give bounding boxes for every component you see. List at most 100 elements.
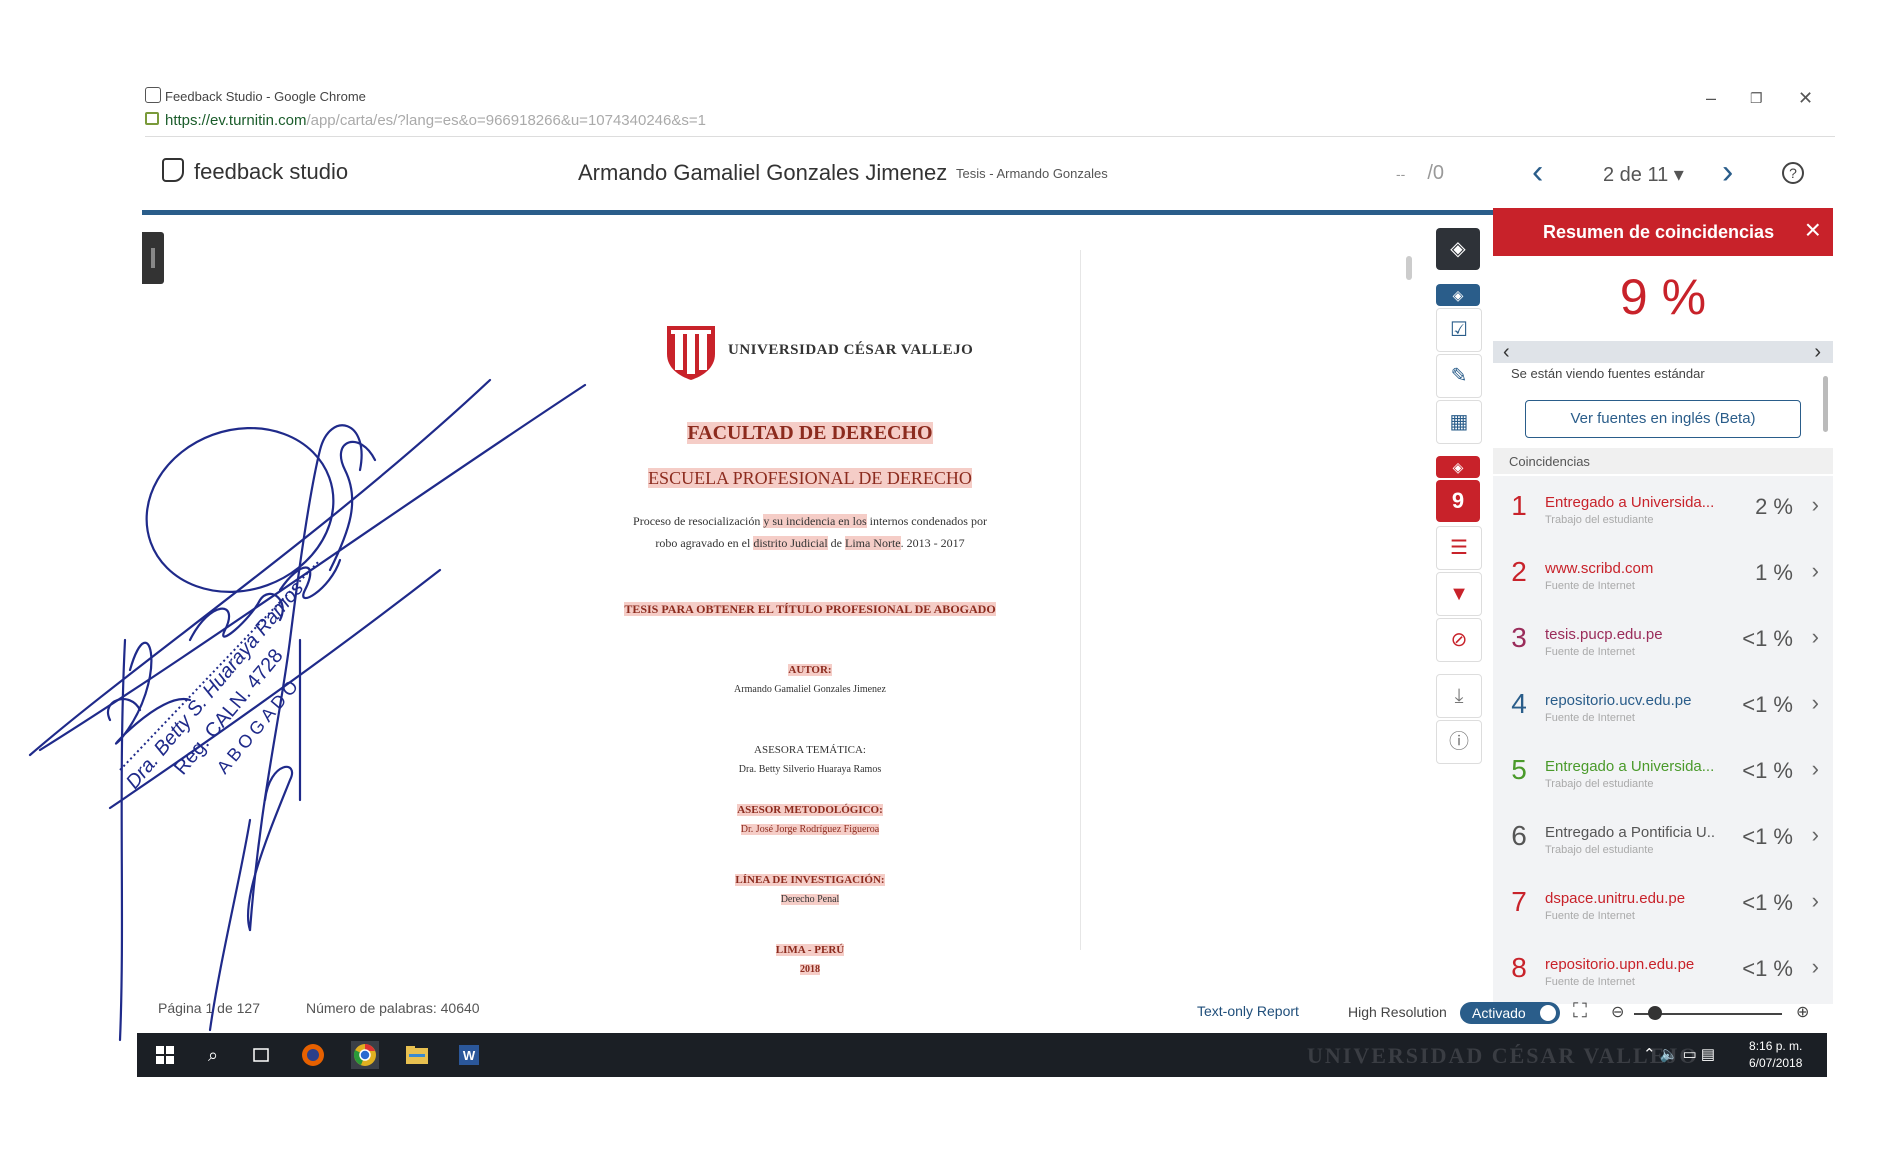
match-row[interactable]: 7 dspace.unitru.edu.pe Fuente de Internet <… — [1493, 872, 1833, 939]
english-sources-button[interactable]: Ver fuentes en inglés (Beta) — [1525, 400, 1801, 438]
match-source-name: Entregado a Pontificia U... — [1545, 824, 1715, 841]
match-percentage: <1 % — [1742, 824, 1793, 849]
stamp-title: ABOGADO — [213, 674, 305, 778]
quickmarks-button[interactable]: ☑ — [1436, 308, 1482, 352]
prev-paper-chevron-icon[interactable]: ‹ — [1532, 153, 1543, 192]
source-view-nav: ‹ › — [1493, 341, 1833, 363]
thesis-subject-line-2: robo agravado en el distrito Judicial de… — [655, 536, 965, 550]
chevron-right-icon[interactable]: › — [1812, 822, 1819, 848]
match-source-type: Fuente de Internet — [1545, 646, 1635, 658]
address-bar[interactable]: https://ev.turnitin.com/app/carta/es/?la… — [145, 112, 1835, 137]
sort-list-icon: ☰ — [1450, 537, 1468, 559]
edit-icon: ✎ — [1450, 365, 1468, 387]
match-source-name: repositorio.upn.edu.pe — [1545, 956, 1695, 973]
thesis-subject-line-1: Proceso de resocialización y su incidenc… — [633, 514, 987, 528]
match-percentage: 1 % — [1755, 560, 1793, 585]
close-panel-icon[interactable]: × — [1805, 214, 1821, 246]
author-name: Armando Gamaliel Gonzales Jimenez — [734, 684, 886, 695]
zoom-out-icon[interactable]: ⊖ — [1611, 1002, 1624, 1022]
fullscreen-icon[interactable]: ⛶ — [1573, 1000, 1587, 1023]
match-row[interactable]: 2 www.scribd.com Fuente de Internet 1 % › — [1493, 542, 1833, 609]
research-line-label: LÍNEA DE INVESTIGACIÓN: — [735, 874, 885, 886]
lock-icon — [145, 112, 159, 125]
chevron-right-icon[interactable]: › — [1812, 558, 1819, 584]
document-scrollbar[interactable] — [1406, 256, 1412, 280]
windows-start-icon[interactable] — [151, 1041, 179, 1069]
download-icon: ⤓ — [1454, 685, 1464, 707]
chevron-right-icon[interactable]: › — [1812, 888, 1819, 914]
match-percentage: <1 % — [1742, 692, 1793, 717]
match-row[interactable]: 1 Entregado a Universida... Trabajo del es… — [1493, 476, 1833, 543]
chevron-right-icon[interactable]: › — [1812, 756, 1819, 782]
all-sources-button[interactable]: ☰ — [1436, 526, 1482, 570]
file-explorer-icon[interactable] — [403, 1041, 431, 1069]
layers-button[interactable]: ◈ — [1436, 228, 1480, 270]
zoom-in-icon[interactable]: ⊕ — [1796, 1002, 1809, 1022]
match-number: 4 — [1511, 688, 1527, 719]
zoom-slider-handle[interactable] — [1648, 1006, 1662, 1020]
grading-layer-tab[interactable]: ◈ — [1436, 284, 1480, 306]
chevron-right-icon[interactable]: › — [1812, 492, 1819, 518]
match-number: 7 — [1511, 886, 1527, 917]
match-row[interactable]: 5 Entregado a Universida... Trabajo del es… — [1493, 740, 1833, 807]
page-count: Página 1 de 127 — [158, 1000, 260, 1016]
restore-button[interactable]: ❐ — [1750, 90, 1763, 107]
paper-selector[interactable]: 2 de 11 ▾ — [1603, 162, 1684, 187]
university-name: UNIVERSIDAD CÉSAR VALLEJO — [728, 342, 974, 358]
download-button[interactable]: ⤓ — [1436, 674, 1482, 718]
panel-scrollbar[interactable] — [1823, 376, 1828, 432]
info-button[interactable]: ⓘ — [1436, 720, 1482, 764]
thesis-heading: TESIS PARA OBTENER EL TÍTULO PROFESIONAL… — [624, 602, 996, 616]
minimize-button[interactable]: – — [1706, 88, 1716, 109]
close-window-button[interactable]: ✕ — [1798, 88, 1813, 109]
search-icon[interactable]: ⌕ — [199, 1041, 227, 1069]
advisor-name: Dra. Betty Silverio Huaraya Ramos — [738, 764, 882, 775]
next-paper-chevron-icon[interactable]: › — [1722, 153, 1733, 192]
info-icon: ⓘ — [1449, 731, 1469, 753]
system-clock[interactable]: 8:16 p. m. 6/07/2018 — [1749, 1038, 1802, 1072]
chevron-right-icon[interactable]: › — [1812, 690, 1819, 716]
feedback-summary-button[interactable]: ✎ — [1436, 354, 1482, 398]
app-header: feedback studio Armando Gamaliel Gonzale… — [142, 148, 1832, 215]
match-row[interactable]: 4 repositorio.ucv.edu.pe Fuente de Interne… — [1493, 674, 1833, 741]
match-source-type: Trabajo del estudiante — [1545, 778, 1654, 790]
chrome-icon[interactable] — [351, 1041, 379, 1069]
panel-title: Resumen de coincidencias — [1543, 222, 1775, 242]
chevron-right-icon[interactable]: › — [1812, 954, 1819, 980]
similarity-layer-tab[interactable]: ◈ — [1436, 456, 1480, 478]
text-only-report-link[interactable]: Text-only Report — [1197, 1003, 1299, 1019]
filter-button[interactable]: ▼ — [1436, 572, 1482, 616]
stamp-registration: Reg. CALN. 4728 — [170, 645, 288, 779]
high-resolution-label: High Resolution — [1348, 1004, 1447, 1020]
university-watermark: UNIVERSIDAD CÉSAR VALLEJO — [1307, 1043, 1699, 1068]
help-icon[interactable]: ? — [1782, 162, 1804, 184]
match-overview-button[interactable]: 9 — [1436, 480, 1480, 522]
rubric-button[interactable]: ▦ — [1436, 400, 1482, 444]
match-source-name: Entregado a Universida... — [1545, 494, 1715, 511]
match-row[interactable]: 6 Entregado a Pontificia U... Trabajo del … — [1493, 806, 1833, 873]
side-panel-handle[interactable] — [142, 232, 164, 284]
chevron-left-icon[interactable]: ‹ — [1503, 341, 1510, 364]
grade-display[interactable]: --/0 — [1396, 162, 1444, 185]
task-view-icon[interactable] — [247, 1041, 275, 1069]
match-source-type: Trabajo del estudiante — [1545, 514, 1654, 526]
match-percentage: <1 % — [1742, 626, 1793, 651]
place-label: LIMA - PERÚ — [775, 944, 845, 956]
firefox-icon[interactable] — [299, 1041, 327, 1069]
exclude-sources-button[interactable]: ⊘ — [1436, 618, 1482, 662]
match-source-type: Fuente de Internet — [1545, 712, 1635, 724]
match-percentage: <1 % — [1742, 890, 1793, 915]
filter-icon: ▼ — [1449, 583, 1469, 605]
high-resolution-toggle[interactable]: Activado — [1460, 1002, 1560, 1024]
feedback-studio-icon — [145, 87, 161, 103]
word-icon[interactable]: W — [455, 1041, 483, 1069]
match-row[interactable]: 8 repositorio.upn.edu.pe Fuente de Interne… — [1493, 938, 1833, 1004]
match-row[interactable]: 3 tesis.pucp.edu.pe Fuente de Internet <1 %… — [1493, 608, 1833, 675]
chevron-right-icon[interactable]: › — [1814, 341, 1821, 364]
chevron-right-icon[interactable]: › — [1812, 624, 1819, 650]
match-overview-panel: Resumen de coincidencias × 9 % ‹ › Se es… — [1493, 208, 1833, 1004]
system-tray-icons[interactable]: ⌃ 🔈 ▭ ▤ — [1643, 1045, 1715, 1063]
layers-icon: ◈ — [1450, 238, 1466, 260]
similarity-score: 9 % — [1619, 269, 1707, 325]
student-name: Armando Gamaliel Gonzales Jimenez — [578, 160, 948, 185]
